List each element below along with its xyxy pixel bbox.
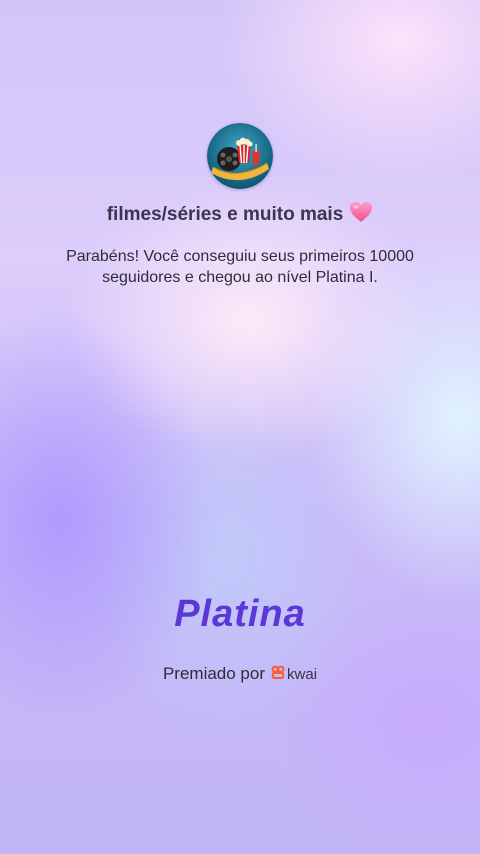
avatar[interactable] <box>207 123 273 189</box>
achievement-message: Parabéns! Você conseguiu seus primeiros … <box>66 248 414 286</box>
profile-title-row: filmes/séries e muito mais <box>0 201 480 229</box>
kwai-logo-icon <box>271 665 285 683</box>
movie-popcorn-avatar-icon <box>207 123 273 189</box>
kwai-brand-name: kwai <box>287 665 318 683</box>
level-name: Platina <box>174 593 306 635</box>
profile-title: filmes/séries e muito mais <box>106 204 344 225</box>
awarded-by-label: Premiado por <box>162 664 266 683</box>
kwai-brand: kwai <box>271 665 317 683</box>
awarded-by-row: Premiado por kwai <box>0 664 480 684</box>
pink-heart-icon <box>349 201 373 229</box>
